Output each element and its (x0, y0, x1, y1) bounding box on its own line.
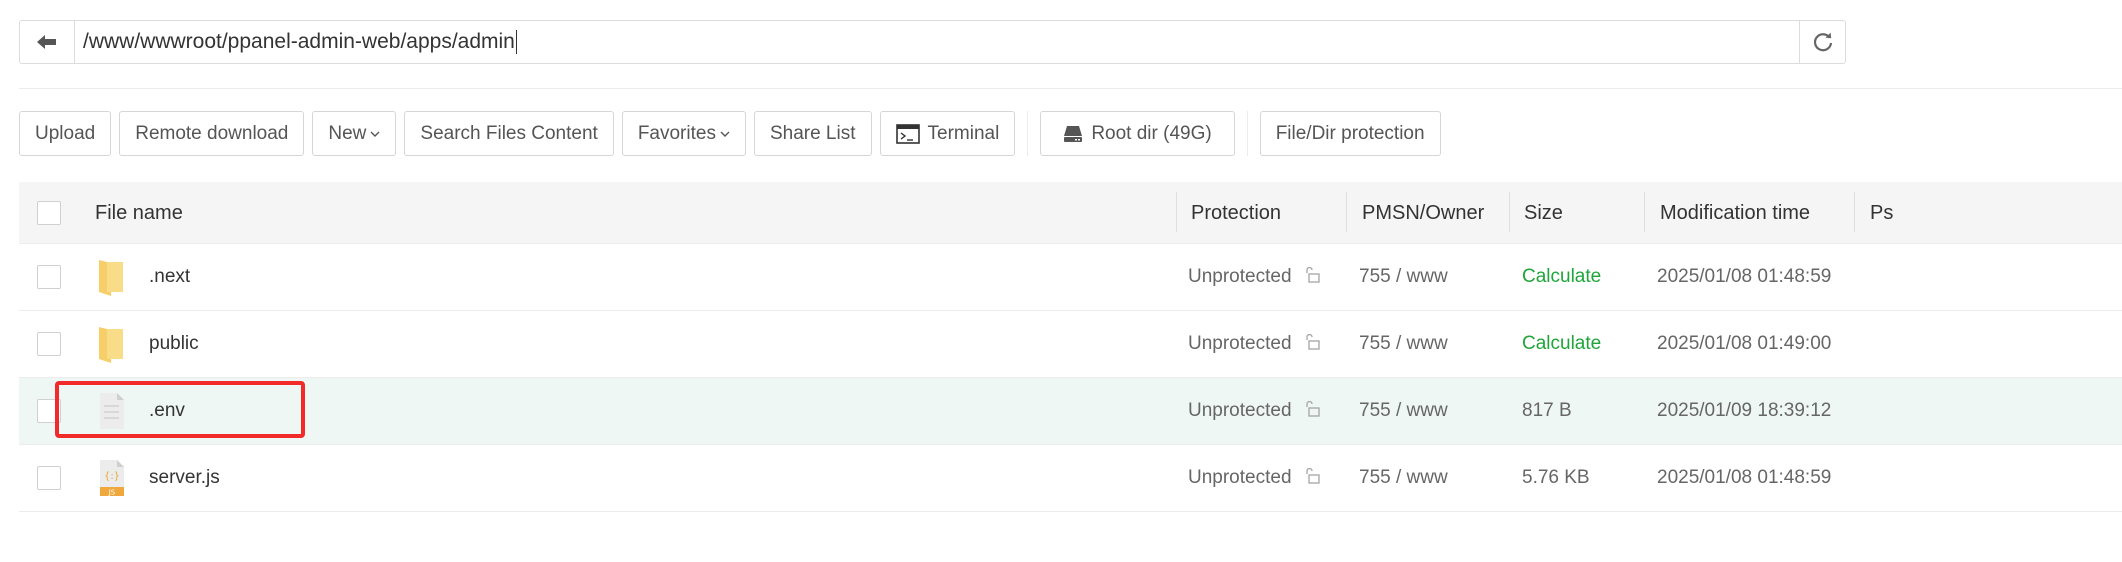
address-bar: /www/wwwroot/ppanel-admin-web/apps/admin (19, 20, 1846, 64)
unlock-icon (1305, 333, 1320, 350)
upload-label: Upload (35, 122, 96, 144)
share-list-button[interactable]: Share List (753, 111, 872, 156)
text-file-icon (100, 393, 124, 429)
protection-label: Unprotected (1188, 467, 1292, 488)
terminal-icon (895, 123, 920, 144)
column-divider (1176, 192, 1177, 232)
terminal-label: Terminal (927, 122, 1000, 144)
table-row-selected[interactable]: .env Unprotected 755 / www 817 B 2025/01… (19, 378, 2122, 445)
terminal-button[interactable]: Terminal (879, 111, 1016, 156)
svg-text:{:}: {:} (104, 471, 120, 482)
column-divider (1644, 192, 1645, 232)
permission-owner[interactable]: 755 / www (1359, 311, 1448, 377)
column-file-name[interactable]: File name (95, 182, 183, 244)
protection-label: Unprotected (1188, 400, 1292, 421)
modification-time: 2025/01/08 01:48:59 (1657, 266, 1832, 287)
table-header: File name Protection PMSN/Owner Size Mod… (19, 182, 2122, 244)
file-name-link[interactable]: server.js (149, 445, 220, 511)
upload-button[interactable]: Upload (19, 111, 112, 156)
search-files-content-label: Search Files Content (420, 122, 598, 144)
favorites-label: Favorites (637, 122, 716, 144)
refresh-button[interactable] (1799, 21, 1845, 63)
column-size[interactable]: Size (1524, 182, 1563, 244)
protection-status[interactable]: Unprotected (1188, 244, 1320, 310)
arrow-left-icon (37, 35, 56, 49)
column-ps[interactable]: Ps (1870, 182, 1893, 244)
table-row[interactable]: {:} JS server.js Unprotected 755 / www 5… (19, 445, 2122, 512)
path-input[interactable]: /www/wwwroot/ppanel-admin-web/apps/admin (75, 21, 1799, 63)
table-row[interactable]: .next Unprotected 755 / www Calculate 20… (19, 244, 2122, 311)
remote-download-label: Remote download (135, 122, 289, 144)
column-divider (1509, 192, 1510, 232)
file-name-link[interactable]: .env (149, 378, 185, 444)
row-checkbox[interactable] (37, 466, 61, 490)
unlock-icon (1305, 266, 1320, 283)
file-size: 817 B (1522, 400, 1572, 421)
permission-owner[interactable]: 755 / www (1359, 244, 1448, 310)
protection-status[interactable]: Unprotected (1188, 311, 1320, 377)
file-size: 5.76 KB (1522, 467, 1590, 488)
hard-drive-icon (1064, 125, 1083, 142)
chevron-down-icon (370, 131, 380, 137)
protection-status[interactable]: Unprotected (1188, 378, 1320, 444)
unlock-icon (1305, 467, 1320, 484)
toolbar-separator (1246, 111, 1248, 156)
file-name-link[interactable]: public (149, 311, 199, 377)
row-checkbox[interactable] (37, 332, 61, 356)
select-all-checkbox[interactable] (37, 201, 61, 225)
table-row[interactable]: public Unprotected 755 / www Calculate 2… (19, 311, 2122, 378)
column-modification-time[interactable]: Modification time (1660, 182, 1810, 244)
root-dir-button[interactable]: Root dir (49G) (1040, 111, 1235, 156)
modification-time: 2025/01/08 01:48:59 (1657, 467, 1832, 488)
chevron-down-icon (720, 131, 730, 137)
share-list-label: Share List (769, 122, 856, 144)
new-dropdown-button[interactable]: New (312, 111, 397, 156)
file-table: File name Protection PMSN/Owner Size Mod… (19, 182, 2122, 512)
text-caret (515, 30, 517, 55)
toolbar: Upload Remote download New Search Files … (19, 111, 1449, 156)
calculate-size-link[interactable]: Calculate (1522, 244, 1601, 310)
toolbar-separator (1027, 111, 1029, 156)
column-divider (1854, 192, 1855, 232)
remote-download-button[interactable]: Remote download (119, 111, 305, 156)
divider (19, 88, 2122, 89)
protection-label: Unprotected (1188, 266, 1292, 287)
row-checkbox[interactable] (37, 265, 61, 289)
column-pmsn-owner[interactable]: PMSN/Owner (1362, 182, 1484, 244)
search-files-content-button[interactable]: Search Files Content (404, 111, 614, 156)
svg-text:JS: JS (108, 489, 116, 497)
file-dir-protection-button[interactable]: File/Dir protection (1259, 111, 1441, 156)
path-text: /www/wwwroot/ppanel-admin-web/apps/admin (83, 30, 515, 53)
modification-time: 2025/01/09 18:39:12 (1657, 400, 1832, 421)
folder-icon (99, 327, 123, 363)
refresh-icon (1813, 32, 1832, 52)
file-dir-protection-label: File/Dir protection (1275, 122, 1425, 144)
new-label: New (328, 122, 367, 144)
row-checkbox[interactable] (37, 399, 61, 423)
modification-time: 2025/01/08 01:49:00 (1657, 333, 1832, 354)
js-file-icon: {:} JS (100, 460, 124, 497)
protection-label: Unprotected (1188, 333, 1292, 354)
permission-owner[interactable]: 755 / www (1359, 445, 1448, 511)
permission-owner[interactable]: 755 / www (1359, 378, 1448, 444)
calculate-size-link[interactable]: Calculate (1522, 311, 1601, 377)
unlock-icon (1305, 400, 1320, 417)
root-dir-label: Root dir (49G) (1091, 122, 1212, 144)
column-divider (1346, 192, 1347, 232)
column-protection[interactable]: Protection (1191, 182, 1281, 244)
favorites-dropdown-button[interactable]: Favorites (621, 111, 746, 156)
folder-icon (99, 260, 123, 296)
back-button[interactable] (20, 21, 75, 63)
protection-status[interactable]: Unprotected (1188, 445, 1320, 511)
file-name-link[interactable]: .next (149, 244, 190, 310)
